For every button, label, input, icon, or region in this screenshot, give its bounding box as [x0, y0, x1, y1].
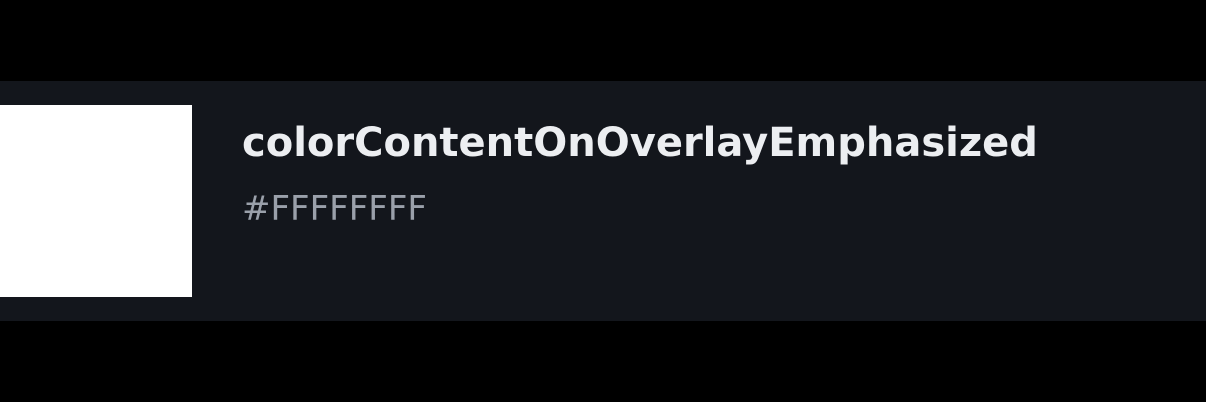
color-swatch [0, 105, 192, 297]
token-hex-value: #FFFFFFFF [242, 189, 427, 229]
color-token-row: colorContentOnOverlayEmphasized #FFFFFFF… [0, 81, 1206, 321]
token-name: colorContentOnOverlayEmphasized [242, 120, 1038, 166]
